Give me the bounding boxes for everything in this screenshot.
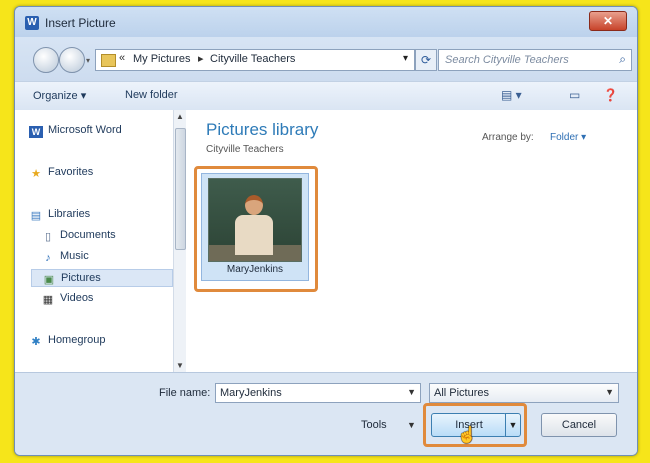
forward-button[interactable] xyxy=(59,47,85,73)
scroll-down-icon[interactable]: ▼ xyxy=(176,361,184,370)
breadcrumb-arrow[interactable]: ▸ xyxy=(198,52,204,65)
music-icon: ♪ xyxy=(45,252,51,264)
sidebar-item-pictures[interactable]: ▣ Pictures xyxy=(31,269,173,287)
libraries-icon: ▤ xyxy=(30,210,42,222)
arrange-by-dropdown[interactable]: Folder ▾ xyxy=(550,132,586,143)
file-name-label: MaryJenkins xyxy=(226,264,284,275)
file-item-maryjenkins[interactable]: MaryJenkins xyxy=(201,173,309,281)
file-type-select[interactable]: All Pictures ▼ xyxy=(429,383,619,403)
sidebar-item-microsoft-word[interactable]: W Microsoft Word xyxy=(29,124,122,138)
history-dropdown-icon[interactable]: ▾ xyxy=(86,56,92,65)
search-placeholder: Search Cityville Teachers xyxy=(445,54,569,66)
address-bar[interactable]: « My Pictures ▸ Cityville Teachers ▾ xyxy=(95,49,415,71)
photo-person-head xyxy=(245,195,263,215)
scrollbar-thumb[interactable] xyxy=(175,128,186,250)
library-subtitle: Cityville Teachers xyxy=(206,144,284,155)
back-button[interactable] xyxy=(33,47,59,73)
insert-options-dropdown-icon[interactable]: ▼ xyxy=(505,413,521,437)
refresh-button[interactable]: ⟳ xyxy=(415,49,437,71)
file-name-field[interactable]: MaryJenkins ▼ xyxy=(215,383,421,403)
dialog-footer: File name: MaryJenkins ▼ All Pictures ▼ … xyxy=(15,372,637,455)
search-icon[interactable]: ⌕ xyxy=(619,52,626,67)
sidebar-item-videos[interactable]: ▦ Videos xyxy=(41,292,94,306)
organize-button[interactable]: Organize ▾ xyxy=(33,89,86,102)
file-type-dropdown-icon[interactable]: ▼ xyxy=(605,387,614,397)
photo-thumbnail xyxy=(208,178,302,262)
cancel-button[interactable]: Cancel xyxy=(541,413,617,437)
video-icon: ▦ xyxy=(42,294,54,306)
dialog-title: Insert Picture xyxy=(45,16,116,30)
tools-dropdown-icon[interactable]: ▼ xyxy=(407,420,416,430)
sidebar-item-favorites[interactable]: ★ Favorites xyxy=(29,166,93,180)
sidebar-item-libraries[interactable]: ▤ Libraries xyxy=(29,208,90,222)
sidebar-item-music[interactable]: ♪ Music xyxy=(41,250,88,264)
breadcrumb-overflow[interactable]: « xyxy=(119,52,125,64)
pictures-icon: ▣ xyxy=(43,274,55,286)
mouse-cursor-icon: ☝ xyxy=(457,427,477,444)
address-dropdown-icon[interactable]: ▾ xyxy=(403,53,408,64)
sidebar-scrollbar[interactable]: ▲ ▼ xyxy=(173,110,186,372)
photo-person-body xyxy=(235,215,273,255)
title-bar: W Insert Picture ✕ xyxy=(15,7,637,37)
breadcrumb-cityville-teachers[interactable]: Cityville Teachers xyxy=(210,53,295,65)
word-app-icon: W xyxy=(25,16,39,30)
library-title: Pictures library xyxy=(206,120,319,139)
sidebar-item-homegroup[interactable]: ✱ Homegroup xyxy=(29,334,105,348)
homegroup-icon: ✱ xyxy=(31,336,41,348)
file-name-value: MaryJenkins xyxy=(220,387,282,399)
arrange-by-label: Arrange by: xyxy=(482,132,534,143)
cancel-button-label: Cancel xyxy=(561,419,597,431)
tools-button[interactable]: Tools xyxy=(361,419,387,431)
file-name-field-label: File name: xyxy=(159,387,211,399)
help-icon[interactable]: ❓ xyxy=(603,88,618,102)
word-icon: W xyxy=(29,126,43,138)
command-toolbar: Organize ▾ New folder ▤ ▾ ▭ ❓ xyxy=(15,81,637,111)
preview-pane-icon[interactable]: ▭ xyxy=(569,88,580,102)
navigation-pane: W Microsoft Word ★ Favorites ▤ Libraries ▯ D… xyxy=(15,110,174,372)
file-type-value: All Pictures xyxy=(434,387,490,399)
close-button[interactable]: ✕ xyxy=(589,11,627,31)
insert-picture-dialog: W Insert Picture ✕ ▾ « My Pictures ▸ Cit… xyxy=(14,6,638,456)
search-input[interactable]: Search Cityville Teachers ⌕ xyxy=(438,49,632,71)
folder-icon xyxy=(101,54,116,67)
selection-highlight-frame: MaryJenkins xyxy=(194,166,318,292)
document-icon: ▯ xyxy=(44,231,52,243)
star-icon: ★ xyxy=(31,168,41,180)
file-list-pane: Pictures library Cityville Teachers Arra… xyxy=(186,110,637,372)
scroll-up-icon[interactable]: ▲ xyxy=(176,112,184,121)
sidebar-item-documents[interactable]: ▯ Documents xyxy=(41,229,116,243)
file-name-dropdown-icon[interactable]: ▼ xyxy=(407,387,416,397)
view-options-icon[interactable]: ▤ ▾ xyxy=(501,88,522,102)
breadcrumb-my-pictures[interactable]: My Pictures xyxy=(133,53,190,65)
address-row: ▾ « My Pictures ▸ Cityville Teachers ▾ ⟳… xyxy=(15,37,637,81)
new-folder-button[interactable]: New folder xyxy=(125,89,178,101)
